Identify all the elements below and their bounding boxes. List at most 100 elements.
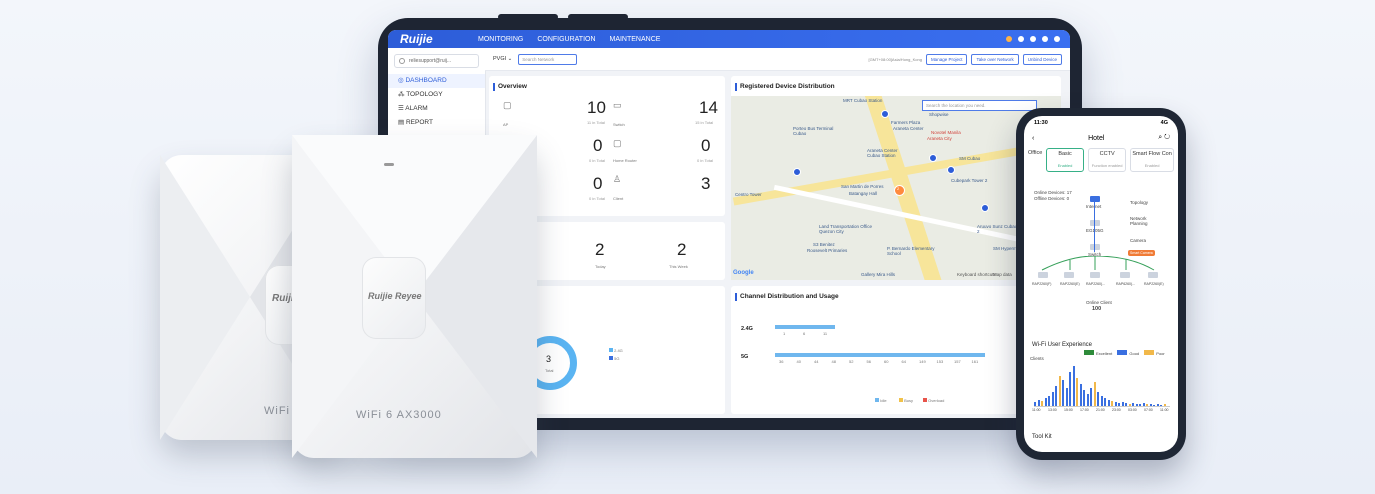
clients-axis-label: Clients — [1030, 356, 1044, 361]
ap-label: RAP2260(E) — [1060, 282, 1080, 286]
ap-label: RAP2260(E) — [1144, 282, 1164, 286]
user-selector[interactable]: reliesupport@ruij... — [394, 54, 479, 68]
user-icon[interactable] — [1054, 36, 1060, 42]
smart-camera-button[interactable]: Smart Camera — [1128, 250, 1155, 256]
legend-label: Idle — [880, 398, 887, 403]
device-cluster-icon[interactable] — [894, 185, 905, 196]
access-point-right: Ruijie Reyee WiFi 6 AX3000 — [292, 135, 537, 458]
back-icon[interactable]: ‹ — [1032, 135, 1034, 142]
message-icon[interactable] — [1018, 36, 1024, 42]
map-label: Porteo Bus Terminal Cubao — [793, 126, 834, 136]
map-label: Novotel Manila — [931, 130, 961, 135]
map-pin-icon[interactable] — [947, 166, 955, 174]
histogram-bar — [1107, 400, 1110, 406]
ap-right-brand: Ruijie Reyee — [368, 291, 422, 301]
manage-project-button[interactable]: Manage Project — [925, 53, 968, 65]
time-axis: 11:00 13:00 15:00 17:00 21:00 23:00 03:00 07:00… — [1032, 408, 1172, 414]
search-icon[interactable]: ⌕ ↻ — [1158, 134, 1170, 142]
tab-cctv[interactable]: CCTV Function enabled — [1088, 148, 1127, 172]
tablet-button — [498, 14, 558, 20]
tab-basic[interactable]: Basic Enabled — [1046, 148, 1085, 172]
histogram-bar — [1163, 404, 1166, 406]
stat-sub: 15 in Total — [695, 120, 714, 125]
device-cluster-count: 2 — [897, 186, 900, 191]
project-selector[interactable]: PVGI — [493, 56, 506, 62]
band-label: 2.4G — [741, 326, 753, 332]
histogram-bar — [1111, 401, 1113, 406]
channel-number: 44 — [814, 359, 819, 364]
stat-label: Today — [595, 264, 606, 269]
histogram-bar — [1139, 404, 1141, 406]
ap-node — [1038, 272, 1048, 278]
tab-label: Smart Flow Con — [1132, 151, 1172, 157]
map-search-input[interactable]: Search the location you need. — [922, 100, 1037, 111]
side-link-topology[interactable]: Topology — [1130, 200, 1148, 205]
search-network-input[interactable]: Search Network — [518, 53, 578, 65]
legend-idle: Idle — [875, 398, 887, 403]
registered-title: Registered Device Distribution — [731, 76, 1061, 91]
legend-5g: 5G — [609, 356, 619, 361]
stat-value: 3 — [701, 174, 711, 193]
legend-swatch — [1084, 350, 1094, 355]
stat-value: 14 — [699, 98, 718, 117]
sidebar-item-topology[interactable]: ⁂ TOPOLOGY — [388, 88, 485, 102]
map-pin-icon[interactable] — [929, 154, 937, 162]
channel-card: Channel Distribution and Usage 2.4G 1 6 … — [731, 286, 1061, 414]
legend-24g: 2.4G — [609, 348, 623, 353]
wifi-experience-title: Wi-Fi User Experience — [1032, 342, 1093, 348]
map-label: Keyboard shortcuts — [957, 272, 996, 277]
histogram-bar — [1069, 372, 1071, 406]
ap-node — [1120, 272, 1130, 278]
band-label: 5G — [741, 354, 749, 360]
stat-label: Client — [613, 196, 624, 201]
device-map[interactable]: Search the location you need. MRT Cubao … — [731, 96, 1061, 280]
channel-number: 153 — [936, 359, 944, 364]
tab-smart-flow[interactable]: Smart Flow Con Enabled — [1130, 148, 1174, 172]
phone-device: 11:30 4G ‹ Hotel ⌕ ↻ Office Basic Enabled… — [1016, 108, 1186, 460]
take-over-network-button[interactable]: Take over Network — [971, 53, 1019, 65]
side-link-camera[interactable]: Camera — [1130, 238, 1146, 243]
channel-title: Channel Distribution and Usage — [731, 286, 1061, 301]
sidebar-item-report[interactable]: ▤ REPORT — [388, 116, 485, 130]
channel-number: 157 — [954, 359, 961, 364]
sidebar-item-dashboard[interactable]: ◎ DASHBOARD — [388, 74, 485, 88]
map-label: S3 Benitez — [813, 242, 835, 247]
nav-configuration[interactable]: CONFIGURATION — [537, 36, 595, 43]
chevron-down-icon: ⌄ — [506, 56, 513, 62]
map-pin-icon[interactable] — [881, 110, 889, 118]
gateway-node — [1090, 220, 1100, 226]
sub-toolbar: PVGI ⌄ Search Network [GMT+08:00]Asia/Ho… — [485, 48, 1070, 71]
offline-devices: Offline Devices: 0 — [1034, 196, 1070, 201]
nav-monitoring[interactable]: MONITORING — [478, 36, 523, 43]
channel-number: 161 — [971, 359, 979, 364]
ap-icon: ▢ — [503, 100, 512, 110]
tab-office[interactable]: Office — [1028, 148, 1042, 170]
sidebar-item-alarm[interactable]: ☰ ALARM — [388, 102, 485, 116]
map-pin-icon[interactable] — [793, 168, 801, 176]
map-label: P. Bernardo Elementary School — [887, 246, 935, 256]
map-pin-icon[interactable] — [981, 204, 989, 212]
nav-maintenance[interactable]: MAINTENANCE — [609, 36, 660, 43]
histogram-bar — [1142, 403, 1145, 406]
settings-icon[interactable] — [1042, 36, 1048, 42]
histogram-bar — [1146, 404, 1148, 406]
stat-label: AP — [503, 122, 509, 127]
phone-title: Hotel — [1088, 134, 1105, 142]
tab-label: Office — [1028, 150, 1043, 156]
map-label: Araneta Center Cubao Station — [867, 148, 898, 158]
map-label: Farmers Plaza — [891, 120, 921, 125]
side-link-network-planning[interactable]: Network Planning — [1130, 216, 1164, 226]
histogram-bar — [1055, 386, 1057, 406]
channel-number: 11 — [823, 331, 828, 336]
notification-icon[interactable] — [1006, 36, 1012, 42]
tab-label: CCTV — [1099, 151, 1115, 157]
phone-topology: Online Devices: 17 Offline Devices: 0 In… — [1030, 190, 1172, 324]
histogram-bar — [1125, 403, 1127, 406]
tab-label: Basic — [1058, 151, 1072, 157]
band-5g-bar — [775, 353, 985, 357]
channel-number: 56 — [866, 359, 871, 364]
topology-branches — [1041, 256, 1155, 271]
help-icon[interactable] — [1030, 36, 1036, 42]
legend-label: Good — [1129, 351, 1140, 356]
unbind-device-button[interactable]: Unbind Device — [1022, 53, 1062, 65]
